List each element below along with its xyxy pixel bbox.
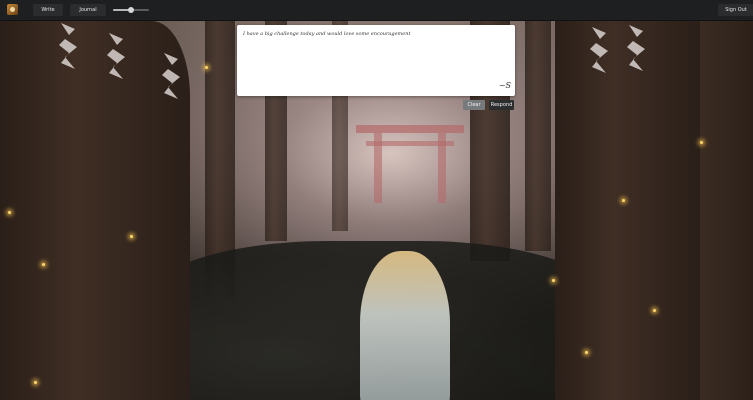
- clear-button[interactable]: Clear: [463, 100, 485, 110]
- firefly: [42, 263, 45, 266]
- signature-mark: ~S: [498, 81, 511, 90]
- firefly: [622, 199, 625, 202]
- shide-paper-icon: [105, 33, 127, 79]
- firefly: [552, 279, 555, 282]
- stream-waterfall-illustration: [360, 251, 450, 400]
- firefly: [34, 381, 37, 384]
- shide-paper-icon: [57, 23, 79, 69]
- shide-paper-icon: [588, 27, 610, 73]
- foreground-tree-right: [555, 21, 700, 400]
- firefly: [130, 235, 133, 238]
- app-logo-icon[interactable]: [7, 4, 18, 15]
- shide-paper-icon: [160, 53, 182, 99]
- firefly: [205, 66, 208, 69]
- foreground-tree-edge: [700, 21, 753, 400]
- sign-out-button[interactable]: Sign Out: [718, 4, 753, 16]
- torii-gate-illustration: [356, 125, 464, 205]
- firefly: [653, 309, 656, 312]
- volume-slider-handle[interactable]: [128, 7, 134, 13]
- firefly: [700, 141, 703, 144]
- top-navigation-bar: Write Journal Sign Out: [0, 0, 753, 21]
- volume-slider[interactable]: [113, 7, 149, 13]
- write-button[interactable]: Write: [33, 4, 63, 16]
- journal-entry-textarea[interactable]: I have a big challenge today and would l…: [237, 25, 515, 96]
- firefly: [585, 351, 588, 354]
- journal-button[interactable]: Journal: [70, 4, 106, 16]
- background-tree: [525, 21, 551, 251]
- journal-entry-text[interactable]: I have a big challenge today and would l…: [243, 31, 509, 37]
- respond-button[interactable]: Respond: [489, 100, 514, 110]
- firefly: [8, 211, 11, 214]
- shide-paper-icon: [625, 25, 647, 71]
